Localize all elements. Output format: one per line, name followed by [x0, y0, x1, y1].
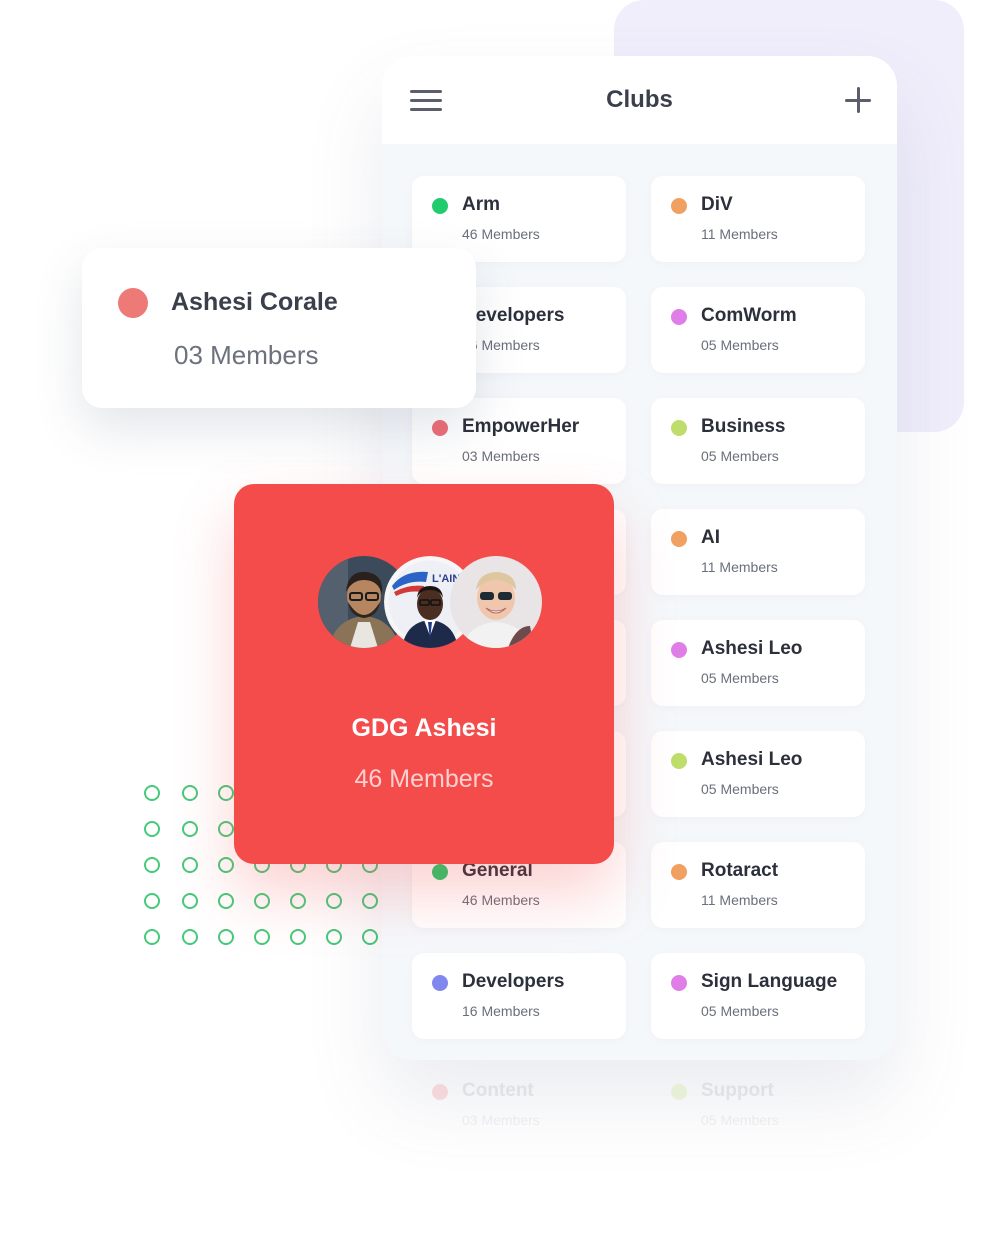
- status-dot: [432, 1084, 448, 1100]
- club-name: Content: [462, 1080, 534, 1101]
- dot-ring: [218, 821, 234, 837]
- status-dot: [118, 288, 148, 318]
- dot-ring: [362, 929, 378, 945]
- status-dot: [671, 1084, 687, 1100]
- club-name: Arm: [462, 194, 501, 215]
- dot-ring: [290, 893, 306, 909]
- status-dot: [432, 420, 448, 436]
- member-count: 05 Members: [701, 781, 779, 797]
- club-name: Ashesi Leo: [701, 638, 803, 659]
- dot-ring: [144, 785, 160, 801]
- member-count: 03 Members: [462, 448, 540, 464]
- faded-club-item: Support 05 Members: [651, 1076, 871, 1136]
- member-count: 46 Members: [462, 226, 540, 242]
- status-dot: [671, 198, 687, 214]
- dot-ring: [218, 893, 234, 909]
- status-dot: [671, 420, 687, 436]
- dot-ring: [144, 893, 160, 909]
- dot-ring: [254, 929, 270, 945]
- club-name: ComWorm: [701, 305, 797, 326]
- dot-ring: [326, 929, 342, 945]
- dot-ring: [182, 821, 198, 837]
- dot-ring: [182, 785, 198, 801]
- faded-club-item: Content 03 Members: [412, 1076, 632, 1136]
- dot-ring: [218, 785, 234, 801]
- status-dot: [432, 198, 448, 214]
- dot-ring: [218, 857, 234, 873]
- member-count: 46 Members: [354, 765, 494, 793]
- dot-ring: [182, 857, 198, 873]
- club-card[interactable]: Sign Language 05 Members: [651, 953, 865, 1039]
- member-count: 05 Members: [701, 337, 779, 353]
- member-count: 05 Members: [701, 1003, 779, 1019]
- member-count: 03 Members: [462, 1112, 540, 1128]
- member-count: 05 Members: [701, 670, 779, 686]
- status-dot: [671, 642, 687, 658]
- member-count: 46 Members: [462, 892, 540, 908]
- dot-ring: [182, 929, 198, 945]
- club-card[interactable]: Ashesi Leo 05 Members: [651, 731, 865, 817]
- member-count: 11 Members: [701, 559, 778, 575]
- club-name: Ashesi Leo: [701, 749, 803, 770]
- club-name: Rotaract: [701, 860, 779, 881]
- status-dot: [432, 864, 448, 880]
- club-name: Developers: [462, 305, 565, 326]
- club-name: Support: [701, 1080, 774, 1101]
- club-card[interactable]: ComWorm 05 Members: [651, 287, 865, 373]
- club-name: GDG Ashesi: [351, 714, 497, 742]
- club-name: EmpowerHer: [462, 416, 580, 437]
- club-name: Business: [701, 416, 786, 437]
- dot-ring: [144, 929, 160, 945]
- club-name: DiV: [701, 194, 733, 215]
- member-count: 05 Members: [701, 1112, 779, 1128]
- dot-ring: [290, 929, 306, 945]
- club-card[interactable]: DiV 11 Members: [651, 176, 865, 262]
- club-name: Sign Language: [701, 971, 838, 992]
- status-dot: [432, 975, 448, 991]
- club-card[interactable]: EmpowerHer 03 Members: [412, 398, 626, 484]
- gdg-club-card[interactable]: L'AINÉ GDG Ashesi 46 Members: [234, 484, 614, 864]
- member-count: 16 Members: [462, 1003, 540, 1019]
- status-dot: [671, 975, 687, 991]
- status-dot: [671, 864, 687, 880]
- dot-ring: [144, 821, 160, 837]
- dot-ring: [326, 893, 342, 909]
- app-header: Clubs: [382, 56, 897, 144]
- faded-club-row: Content 03 Members Support 05 Members: [412, 1076, 892, 1136]
- club-card[interactable]: Business 05 Members: [651, 398, 865, 484]
- dot-ring: [144, 857, 160, 873]
- add-club-icon[interactable]: [845, 87, 871, 113]
- club-name: Ashesi Corale: [171, 288, 338, 316]
- dot-ring: [254, 893, 270, 909]
- member-count: 05 Members: [701, 448, 779, 464]
- club-card[interactable]: Ashesi Leo 05 Members: [651, 620, 865, 706]
- featured-club-card[interactable]: Ashesi Corale 03 Members: [82, 248, 476, 408]
- club-card[interactable]: Rotaract 11 Members: [651, 842, 865, 928]
- page-title: Clubs: [606, 86, 673, 113]
- member-count: 11 Members: [701, 226, 778, 242]
- club-card[interactable]: AI 11 Members: [651, 509, 865, 595]
- status-dot: [671, 531, 687, 547]
- club-card[interactable]: Developers 16 Members: [412, 953, 626, 1039]
- club-name: AI: [701, 527, 720, 548]
- status-dot: [671, 309, 687, 325]
- member-avatar: [450, 556, 542, 648]
- member-count: 03 Members: [174, 340, 319, 370]
- dot-ring: [218, 929, 234, 945]
- dot-ring: [182, 893, 198, 909]
- dot-ring: [362, 893, 378, 909]
- club-name: Developers: [462, 971, 565, 992]
- member-count: 11 Members: [701, 892, 778, 908]
- status-dot: [671, 753, 687, 769]
